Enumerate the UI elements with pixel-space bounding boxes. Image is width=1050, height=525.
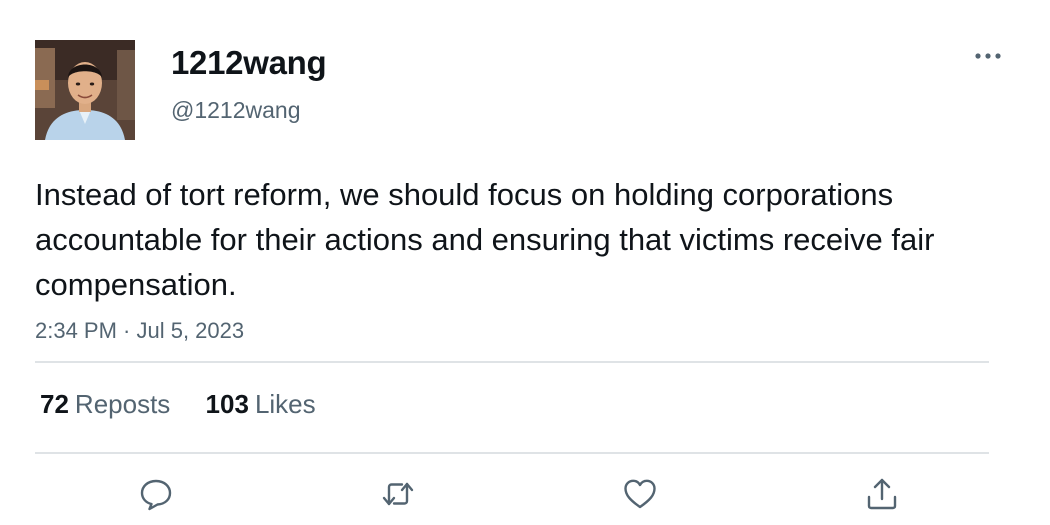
engagement-stats: 72 Reposts 103 Likes [40,387,344,421]
upload-icon [867,478,897,510]
reposts-count: 72 [40,389,69,419]
reply-button[interactable] [136,474,176,514]
divider [35,361,989,363]
share-button[interactable] [862,474,902,514]
likes-count: 103 [205,389,249,419]
tweet-text: Instead of tort reform, we should focus … [35,177,935,302]
profile-photo-icon [35,40,135,140]
likes-label: Likes [254,389,316,419]
heart-icon [624,479,656,509]
display-name[interactable]: 1212wang [171,43,327,83]
reposts-label: Reposts [74,389,171,419]
likes-stat[interactable]: 103 Likes [206,387,316,421]
tweet-card: 1212wang @1212wang Instead of tort refor… [0,0,1050,525]
divider [35,452,989,454]
ellipsis-icon[interactable] [970,44,1006,68]
reposts-stat[interactable]: 72 Reposts [40,387,170,421]
speech-bubble-icon [140,479,172,511]
avatar[interactable] [35,40,135,140]
tweet-timestamp[interactable]: 2:34 PM · Jul 5, 2023 [35,316,244,346]
user-handle[interactable]: @1212wang [171,95,301,125]
like-button[interactable] [620,474,660,514]
repost-button[interactable] [378,474,418,514]
repost-arrows-icon [382,482,414,506]
